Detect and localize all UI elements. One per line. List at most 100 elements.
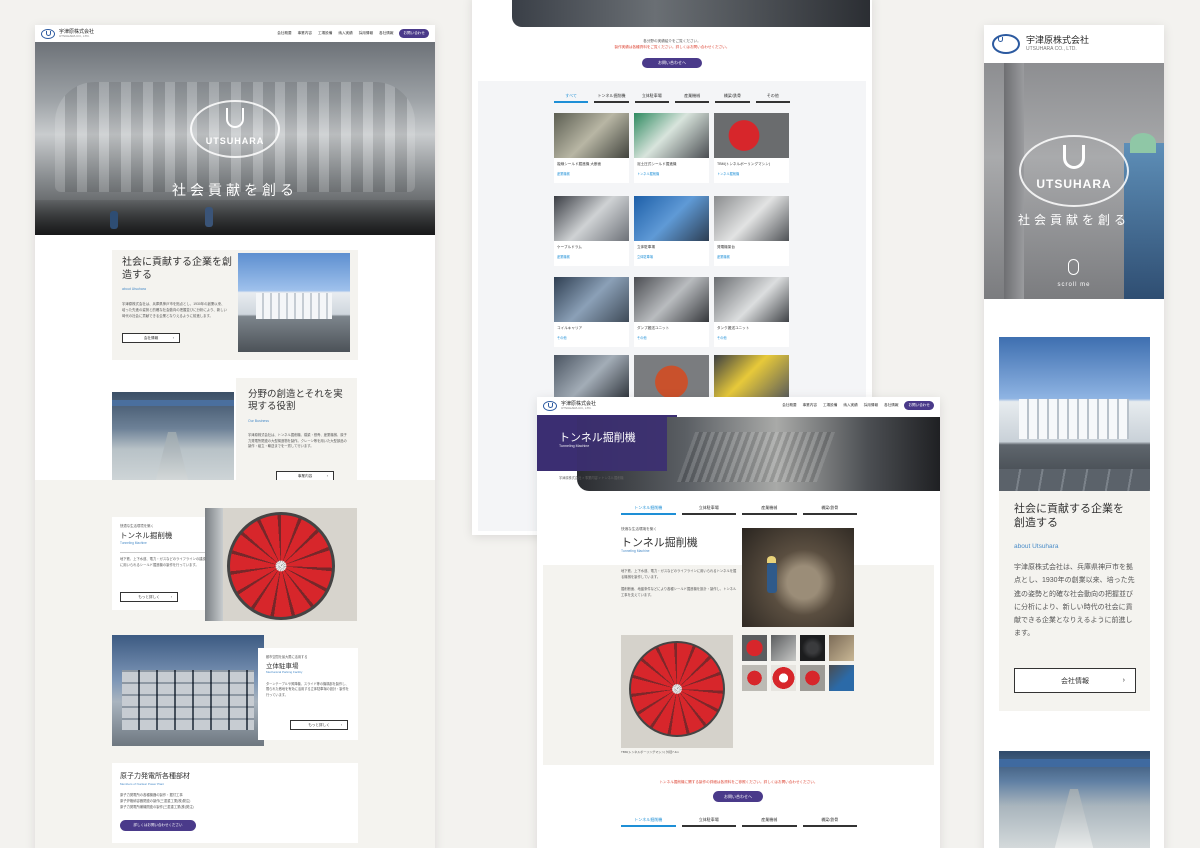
works-thumb xyxy=(554,196,629,241)
thumbnail[interactable] xyxy=(771,665,796,691)
company-info-button[interactable]: 会社情報 › xyxy=(122,333,180,343)
nuclear-line: 原子力発電所補機関連の製作(三菱重工業(株)発注) xyxy=(120,805,194,809)
parking-kicker: 都市空間を最大限に活用する xyxy=(266,655,308,659)
nav-item[interactable]: 採用情報 xyxy=(864,403,878,408)
building-shape xyxy=(1019,399,1129,439)
brand-name-en: UTSUHARA CO., LTD. xyxy=(561,405,592,410)
nav-item[interactable]: 工場設備 xyxy=(823,403,837,408)
works-item[interactable]: 立体駐車場 立体駐車場 xyxy=(634,196,709,266)
mobile-hero: UTSUHARA 社会貢献を創る scroll me xyxy=(984,63,1164,299)
mobile-factory-photo xyxy=(999,751,1150,848)
detail-tab[interactable]: 立体駐車場 xyxy=(681,505,736,515)
thumbnail[interactable] xyxy=(742,635,767,661)
detail-subheading: Tunneling Machine xyxy=(621,549,650,553)
nav-item[interactable]: 採用情報 xyxy=(359,31,373,36)
nav-item[interactable]: 納入実績 xyxy=(843,403,857,408)
detail-tab[interactable]: 立体駐車場 xyxy=(681,817,736,827)
works-item[interactable]: 泥土圧式シールド掘進機 トンネル掘削機 xyxy=(634,113,709,183)
works-item-title: ダンプ搬送ユニット xyxy=(637,326,670,330)
detail-page-title-en: Tunneling Machine xyxy=(559,444,590,448)
chevron-right-icon: › xyxy=(1122,677,1125,684)
works-item[interactable]: ダンプ搬送ユニット その他 xyxy=(634,277,709,347)
works-tab[interactable]: すべて xyxy=(554,93,589,103)
about-heading: 社会に貢献する企業を創造する xyxy=(122,257,232,281)
breadcrumb[interactable]: 宇津原株式会社 > 事業内容 > トンネル掘削機 xyxy=(559,475,624,480)
nav-item[interactable]: 各社情報 xyxy=(379,31,393,36)
contact-button[interactable]: お問い合わせ xyxy=(904,401,934,410)
crane-beam xyxy=(999,759,1150,767)
emblem-u-icon xyxy=(226,108,244,128)
detail-kicker: 快適な生活環境を築く xyxy=(621,527,657,531)
detail-tab[interactable]: 橋梁/鉄骨 xyxy=(802,505,857,515)
thumbnail[interactable] xyxy=(800,665,825,691)
nav-item[interactable]: 工場設備 xyxy=(318,31,332,36)
button-label: 会社情報 xyxy=(1061,677,1089,685)
logo-icon[interactable] xyxy=(543,400,557,411)
detail-tab[interactable]: 橋梁/鉄骨 xyxy=(802,817,857,827)
worker-figure xyxy=(110,211,118,229)
about-text: 宇津原株式会社は、兵庫県神戸市を拠点とし、1930年の創業以来、培った先進の姿勢… xyxy=(122,302,227,318)
detail-tab[interactable]: 産業機械 xyxy=(742,817,797,827)
mobile-company-info-button[interactable]: 会社情報 › xyxy=(1014,668,1136,693)
brand[interactable]: 宇津原株式会社 UTSUHARA CO., LTD. xyxy=(1026,36,1089,52)
works-top-banner xyxy=(472,0,872,29)
nav-item[interactable]: 納入実績 xyxy=(338,31,352,36)
brand-name-en: UTSUHARA CO., LTD. xyxy=(1026,46,1077,52)
works-thumb xyxy=(634,277,709,322)
site-header: 宇津原株式会社 UTSUHARA CO., LTD. 会社概要 事業内容 工場設… xyxy=(537,397,940,414)
works-item[interactable]: TBM(トンネルボーリングマシン) トンネル掘削機 xyxy=(714,113,789,183)
emblem-logo: UTSUHARA xyxy=(1019,135,1129,207)
thumbnail[interactable] xyxy=(829,635,854,661)
nav-item[interactable]: 会社概要 xyxy=(277,31,291,36)
hero-image: UTSUHARA 社会貢献を創る xyxy=(35,42,435,235)
works-item[interactable]: ケーブルドラム 産業機械 xyxy=(554,196,629,266)
business-heading: 分野の創造とそれを実現する役割 xyxy=(248,390,343,412)
works-thumb xyxy=(634,355,709,400)
mouse-scroll-icon[interactable] xyxy=(1068,259,1079,275)
works-item[interactable]: コイルキャリア その他 xyxy=(554,277,629,347)
works-item[interactable]: 発電機架台 産業機械 xyxy=(714,196,789,266)
logo-icon[interactable] xyxy=(992,34,1020,54)
logo-icon[interactable] xyxy=(41,28,55,39)
worker-figure xyxy=(205,207,213,227)
thumbnail[interactable] xyxy=(829,665,854,691)
works-tab[interactable]: 立体駐車場 xyxy=(634,93,669,103)
road xyxy=(999,469,1150,491)
brand[interactable]: 宇津原株式会社 UTSUHARA CO., LTD. xyxy=(59,29,94,38)
brand[interactable]: 宇津原株式会社 UTSUHARA CO., LTD. xyxy=(561,401,596,410)
cutter-spokes xyxy=(230,515,332,617)
works-tab[interactable]: 橋梁/鉄骨 xyxy=(715,93,750,103)
nav-item[interactable]: 会社概要 xyxy=(782,403,796,408)
worker-figure xyxy=(767,563,777,593)
thumbnail[interactable] xyxy=(771,635,796,661)
tunnel-more-button[interactable]: もっと詳しく › xyxy=(120,592,178,602)
contact-button[interactable]: お問い合わせ xyxy=(399,29,429,38)
about-subheading: about Utsuhara xyxy=(122,287,146,291)
works-item[interactable]: タンク搬送ユニット その他 xyxy=(714,277,789,347)
thumbnail[interactable] xyxy=(742,665,767,691)
nav-item[interactable]: 事業内容 xyxy=(298,31,312,36)
parking-more-button[interactable]: もっと詳しく › xyxy=(290,720,348,730)
cutter-head xyxy=(227,512,335,620)
button-label: もっと詳しく xyxy=(138,594,160,599)
main-machine-photo xyxy=(621,635,733,748)
works-tab[interactable]: 産業機械 xyxy=(674,93,710,103)
detail-contact-button[interactable]: お問い合わせへ xyxy=(713,791,763,802)
works-item-title: タンク搬送ユニット xyxy=(717,326,750,330)
chevron-right-icon: › xyxy=(172,336,174,340)
detail-tab[interactable]: トンネル掘削機 xyxy=(621,817,676,827)
works-tab[interactable]: その他 xyxy=(755,93,790,103)
detail-tab[interactable]: 産業機械 xyxy=(742,505,797,515)
works-intro: 各分野の実績紹介をご覧ください。 xyxy=(643,39,701,43)
works-item-category: 産業機械 xyxy=(717,254,730,259)
nuclear-contact-button[interactable]: 詳しくはお問い合わせください xyxy=(120,820,196,831)
works-item-title: 泥土圧式シールド掘進機 xyxy=(637,162,677,166)
detail-tab[interactable]: トンネル掘削機 xyxy=(621,505,676,515)
works-item[interactable]: 複線シールド掘進機 大断面 産業機械 xyxy=(554,113,629,183)
nav-item[interactable]: 各社情報 xyxy=(884,403,898,408)
thumbnail[interactable] xyxy=(800,635,825,661)
nav-item[interactable]: 事業内容 xyxy=(803,403,817,408)
works-tab[interactable]: トンネル掘削機 xyxy=(594,93,629,103)
works-contact-button[interactable]: お問い合わせへ xyxy=(642,58,702,68)
building-photo xyxy=(238,253,350,352)
